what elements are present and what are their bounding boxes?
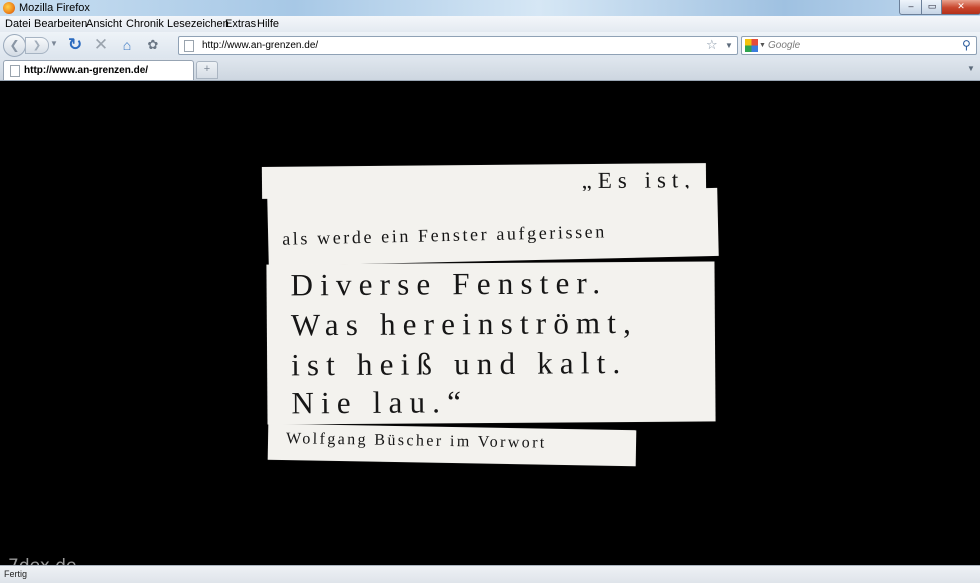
navigation-toolbar: ❮ ❯ ▼ ↻ ✕ ⌂ ✿ http://www.an-grenzen.de/ …	[0, 32, 980, 58]
close-button[interactable]: ✕	[941, 0, 980, 15]
reload-button[interactable]: ↻	[66, 36, 84, 54]
tab-bar: http://www.an-grenzen.de/ + ▼	[0, 58, 980, 81]
page-content: „Es ist, als werde ein Fenster aufgeriss…	[0, 81, 980, 565]
page-icon	[184, 40, 194, 52]
quote-line: Nie lau.“	[291, 384, 469, 421]
home-button[interactable]: ⌂	[118, 36, 136, 54]
chevron-down-icon: ▼	[967, 64, 975, 73]
menu-item-chronik[interactable]: Chronik	[126, 18, 164, 30]
engine-dropdown-icon[interactable]: ▼	[759, 41, 766, 51]
quote-line: Diverse Fenster.	[290, 265, 608, 303]
watermark: 7dex.de	[8, 556, 76, 565]
stop-button[interactable]: ✕	[92, 36, 110, 54]
tab-list-button[interactable]: ▼	[964, 61, 978, 77]
menu-item-ansicht[interactable]: Ansicht	[86, 18, 122, 30]
status-bar: Fertig	[0, 565, 980, 583]
menu-item-bearbeiten[interactable]: Bearbeiten	[34, 18, 87, 30]
addon-button[interactable]: ✿	[144, 36, 162, 54]
menu-item-extras[interactable]: Extras	[225, 18, 256, 30]
maximize-button[interactable]: ▭	[921, 0, 943, 15]
forward-arrow-icon: ❯	[32, 40, 42, 51]
quote-strip-main: Diverse Fenster. Was hereinströmt, ist h…	[266, 261, 716, 425]
tab-page-icon	[10, 65, 20, 77]
address-dropdown-icon[interactable]: ▼	[725, 40, 733, 52]
search-input[interactable]	[768, 38, 958, 52]
back-arrow-icon: ❮	[9, 38, 20, 52]
tab-label: http://www.an-grenzen.de/	[24, 65, 149, 76]
firefox-logo-icon	[3, 2, 15, 14]
attribution-text: Wolfgang Büscher im Vorwort	[285, 430, 547, 452]
quote-strip-attribution: Wolfgang Büscher im Vorwort	[267, 423, 637, 467]
quote-line: ist heiß und kalt.	[291, 345, 628, 383]
window-title: Mozilla Firefox	[19, 2, 90, 14]
stop-icon: ✕	[93, 35, 109, 54]
address-text[interactable]: http://www.an-grenzen.de/	[202, 39, 318, 52]
menu-item-lesezeichen[interactable]: Lesezeichen	[167, 18, 229, 30]
home-icon: ⌂	[122, 37, 132, 53]
back-button[interactable]: ❮	[3, 34, 26, 57]
title-bar: Mozilla Firefox – ▭ ✕	[0, 0, 980, 16]
forward-button[interactable]: ❯	[25, 37, 49, 54]
status-text: Fertig	[4, 569, 28, 579]
search-icon[interactable]: ⚲	[962, 37, 971, 53]
quote-line: Was hereinströmt,	[290, 304, 639, 343]
minimize-button[interactable]: –	[899, 0, 923, 15]
reload-icon: ↻	[67, 35, 83, 54]
quote-window-text: als werde ein Fenster aufgerissen	[281, 221, 608, 249]
menu-item-datei[interactable]: Datei	[5, 18, 31, 30]
plus-icon: +	[203, 63, 211, 75]
quote-strip-window: als werde ein Fenster aufgerissen	[267, 187, 719, 267]
new-tab-button[interactable]: +	[196, 61, 218, 79]
address-bar[interactable]: http://www.an-grenzen.de/ ☆ ▼	[178, 36, 738, 55]
search-bar[interactable]: ▼ ⚲	[741, 36, 977, 55]
history-dropdown-button[interactable]: ▼	[49, 38, 59, 50]
menu-item-hilfe[interactable]: Hilfe	[257, 18, 279, 30]
tab-an-grenzen[interactable]: http://www.an-grenzen.de/	[3, 60, 194, 80]
bookmark-star-icon[interactable]: ☆	[706, 37, 718, 53]
menu-bar: Datei Bearbeiten Ansicht Chronik Lesezei…	[0, 16, 980, 32]
chevron-down-icon: ▼	[50, 39, 58, 48]
google-engine-icon[interactable]	[745, 39, 758, 52]
addon-icon: ✿	[147, 37, 159, 52]
